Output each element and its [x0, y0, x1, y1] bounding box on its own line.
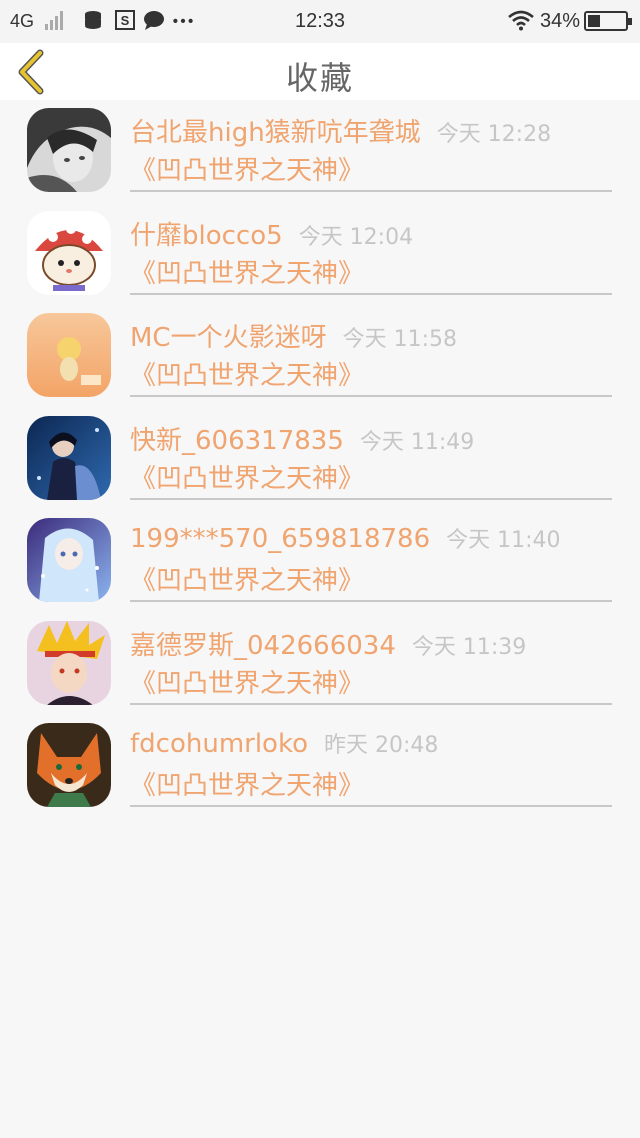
avatar-fox[interactable] — [27, 723, 111, 807]
avatar-chibi-orange[interactable] — [27, 313, 111, 397]
list-item[interactable]: fdcohumrloko 昨天 20:48 《凹凸世界之天神》 — [0, 715, 640, 818]
username: fdcohumrloko — [130, 729, 309, 759]
timestamp: 今天 11:39 — [411, 634, 527, 660]
list-item[interactable]: MC一个火影迷呀 今天 11:58 《凹凸世界之天神》 — [0, 305, 640, 408]
divider — [130, 600, 612, 602]
battery-icon — [584, 11, 632, 31]
divider — [130, 497, 612, 500]
game-name: 《凹凸世界之天神》 — [130, 258, 365, 289]
username: 嘉德罗斯_042666034 — [130, 630, 396, 661]
list-item[interactable]: 199***570_659818786 今天 11:40 《凹凸世界之天神》 — [0, 510, 640, 613]
list-item[interactable]: 台北最high猿新吭年聋城 今天 12:28 《凹凸世界之天神》 — [0, 100, 640, 203]
avatar-hamster-mushroom[interactable] — [27, 210, 111, 295]
game-name: 《凹凸世界之天神》 — [130, 156, 365, 186]
username: 快新_606317835 — [130, 425, 344, 456]
timestamp: 今天 12:04 — [298, 224, 414, 250]
header-bar: 收藏 — [0, 43, 640, 100]
timestamp: 今天 12:28 — [436, 122, 552, 147]
avatar-girl-bw[interactable] — [27, 108, 111, 192]
timestamp: 今天 11:40 — [446, 528, 561, 553]
game-name: 《凹凸世界之天神》 — [130, 361, 365, 391]
game-name: 《凹凸世界之天神》 — [130, 668, 365, 699]
divider — [130, 702, 612, 705]
status-bar: 4G S 12:33 34% — [0, 0, 640, 43]
divider — [130, 805, 612, 807]
divider — [130, 395, 612, 397]
list-item[interactable]: 快新_606317835 今天 11:49 《凹凸世界之天神》 — [0, 408, 640, 511]
timestamp: 昨天 20:48 — [324, 733, 439, 758]
game-name: 《凹凸世界之天神》 — [130, 771, 365, 801]
username: 台北最high猿新吭年聋城 — [130, 118, 421, 148]
avatar-anime-blue-hair[interactable] — [27, 518, 111, 602]
timestamp: 今天 11:58 — [342, 327, 457, 352]
divider — [130, 190, 612, 192]
game-name: 《凹凸世界之天神》 — [130, 566, 365, 596]
battery-percent: 34% — [540, 10, 581, 32]
list-item[interactable]: 什靡blocco5 今天 12:04 《凹凸世界之天神》 — [0, 203, 640, 306]
avatar-couple-night[interactable] — [27, 415, 111, 500]
game-name: 《凹凸世界之天神》 — [130, 463, 365, 494]
username: MC一个火影迷呀 — [130, 323, 327, 353]
username: 什靡blocco5 — [130, 220, 283, 251]
avatar-anime-yellow-hair[interactable] — [27, 620, 111, 705]
timestamp: 今天 11:49 — [359, 429, 475, 455]
list-item[interactable]: 嘉德罗斯_042666034 今天 11:39 《凹凸世界之天神》 — [0, 613, 640, 716]
favorites-list: 台北最high猿新吭年聋城 今天 12:28 《凹凸世界之天神》 什靡blocc… — [0, 100, 640, 818]
username: 199***570_659818786 — [130, 524, 431, 554]
divider — [130, 292, 612, 295]
page-title: 收藏 — [285, 59, 354, 97]
wifi-icon — [508, 10, 534, 31]
